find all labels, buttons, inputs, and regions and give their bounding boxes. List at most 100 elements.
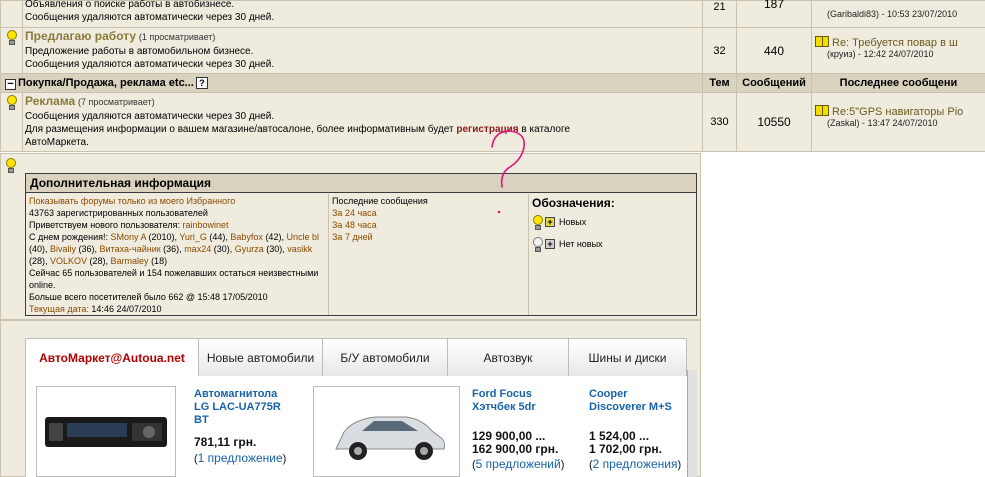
product-price-max: 1 702,00 грн. [589,442,662,456]
offers-line: (2 предложения) [589,457,682,472]
question-mark-annotation [491,130,526,214]
help-icon[interactable]: ? [195,76,208,89]
birthday-user-link[interactable]: max24 [184,244,211,254]
stats-column: Показывать форумы только из моего Избран… [26,194,329,315]
last-post-meta: (Zaskal) - 13:47 24/07/2010 [827,118,938,128]
birthday-age: (42), [262,232,287,242]
birthday-age: (40), [29,244,51,254]
market-tabs: АвтоМаркет@Autoua.net Новые автомобили Б… [25,338,687,376]
last-post-cell: Re:5"GPS навигаторы Pio (Zaskal) - 13:47… [811,92,985,152]
product-thumbnail[interactable] [36,386,176,477]
birthday-age: (28), [29,256,51,266]
lightbulb-new-icon [6,95,18,111]
category-row: − Покупка/Продажа, реклама etc...? Тем Со… [0,73,985,93]
show-favorites-link[interactable]: Показывать форумы только из моего Избран… [29,195,325,207]
forum-status-cell [0,0,23,28]
forum-desc-2: Сообщения удаляются автоматически через … [25,12,275,23]
forum-desc-2: Сообщения удаляются автоматически через … [25,59,275,70]
tab-automarket[interactable]: АвтоМаркет@Autoua.net [26,339,199,376]
product-price-max: 162 900,00 грн. [472,442,559,456]
birthday-user-link[interactable]: Gyurza [235,244,264,254]
plus-icon: + [545,217,555,227]
tab-new-cars[interactable]: Новые автомобили [199,339,323,376]
registered-users: 43763 зарегистрированных пользователей [29,208,208,218]
birthday-user-link[interactable]: Bivaliy [50,244,76,254]
column-messages-header: Сообщений [736,73,812,93]
product-title[interactable]: Ford Focus [472,388,582,401]
lightbulb-new-icon [5,158,17,174]
forum-status-cell [0,27,23,74]
birthday-age: (44), [206,232,231,242]
birthday-age: (30), [263,244,288,254]
birthday-user-link[interactable]: VOLKOV [50,256,87,266]
topics-count: 21 [702,0,737,28]
birthday-age: (36), [160,244,185,254]
last-post-meta: (круиз) - 12:42 24/07/2010 [827,49,934,59]
forum-cell-offer-job: Предлагаю работу (1 просматривает) Предл… [22,27,703,74]
new-user-link[interactable]: rainbowinet [182,220,228,230]
category-title[interactable]: Покупка/Продажа, реклама etc... [18,77,194,89]
car-stereo-image [45,417,167,447]
birthday-user-link[interactable]: Babyfox [230,232,263,242]
plus-icon: + [545,239,555,249]
forum-title-link[interactable]: Реклама [25,94,75,108]
last-post-meta: (Garibaldi83) - 10:53 23/07/2010 [827,9,958,19]
offers-link[interactable]: 1 предложение [198,451,283,465]
max-online-line: Больше всего посетителей было 662 @ 15:4… [29,292,268,302]
viewing-count: (7 просматривает) [78,97,155,107]
forum-desc: Объявления о поиске работы в автобизнесе… [25,0,235,10]
product-price: 781,11 грн. [194,435,257,449]
forum-desc: Сообщения удаляются автоматически через … [25,111,275,122]
birthday-user-link[interactable]: SMony A [110,232,146,242]
forum-title-link[interactable]: Предлагаю работу [25,29,136,43]
forum-status-cell [0,92,23,152]
birthday-age: (28), [87,256,111,266]
legend-no-new: + Нет новых [532,233,693,255]
tab-used-cars[interactable]: Б/У автомобили [323,339,448,376]
current-date-line: Текущая дата: 14:46 24/07/2010 [29,304,162,314]
collapse-icon[interactable]: − [5,78,16,90]
messages-count: 10550 [736,92,812,152]
product-card: Ford Focus Хэтчбек 5dr 129 900,00 ... 16… [472,388,582,472]
last-post-cell: (Garibaldi83) - 10:53 23/07/2010 [811,0,985,28]
legend-new: + Новых [532,211,693,233]
product-card: Cooper Discoverer M+S 1 524,00 ... 1 702… [589,388,689,472]
legend-title: Обозначения: [532,196,615,210]
birthday-age: (30), [211,244,235,254]
product-card: Автомагнитола LG LAC-UA775R BT 781,11 гр… [194,388,304,466]
offers-line: (1 предложение) [194,451,287,466]
birthdays-line: С днем рождения!: SMony A (2010), Yuri_G… [29,232,319,266]
offers-link[interactable]: 2 предложения [593,457,678,471]
tab-car-audio[interactable]: Автозвук [448,339,569,376]
birthday-age: (36), [76,244,100,254]
tab-tires-wheels[interactable]: Шины и диски [569,339,686,376]
online-line: Сейчас 65 пользователей и 154 пожелавших… [29,268,319,290]
birthday-user-link[interactable]: vasikk [287,244,312,254]
forum-cell-job-search: Объявления о поиске работы в автобизнесе… [22,0,703,28]
last-post-icon [815,105,829,116]
messages-count: 440 [736,27,812,74]
lightbulb-new-icon [6,30,18,46]
market-products: Автомагнитола LG LAC-UA775R BT 781,11 гр… [25,376,687,477]
last-post-link[interactable]: Re:5"GPS навигаторы Pio [832,106,963,118]
additional-info-box: Дополнительная информация Показывать фор… [25,173,697,316]
offers-link[interactable]: 5 предложений [476,457,561,471]
product-thumbnail[interactable] [313,386,460,477]
viewing-count: (1 просматривает) [138,32,216,42]
info-header: Дополнительная информация [26,174,696,193]
product-title[interactable]: Cooper [589,388,689,401]
birthday-user-link[interactable]: Barmaley [111,256,149,266]
recent-48h-link[interactable]: За 48 часа [332,219,525,231]
welcome-line: Приветствуем нового пользователя: rainbo… [29,220,229,230]
legend-column: Обозначения: + Новых + Нет новых [529,194,696,315]
recent-7d-link[interactable]: За 7 дней [332,231,525,243]
birthday-user-link[interactable]: Uncle bl [286,232,319,242]
last-post-link[interactable]: Re: Требуется повар в ш [832,37,958,49]
birthday-user-link[interactable]: Витаха-чайник [100,244,161,254]
forum-desc: Предложение работы в автомобильном бизне… [25,46,254,57]
birthday-user-link[interactable]: Yuri_G [179,232,207,242]
last-post-cell: Re: Требуется повар в ш (круиз) - 12:42 … [811,27,985,74]
column-last-header: Последнее сообщени [811,73,985,93]
topics-count: 330 [702,92,737,152]
product-title[interactable]: Автомагнитола [194,388,304,401]
